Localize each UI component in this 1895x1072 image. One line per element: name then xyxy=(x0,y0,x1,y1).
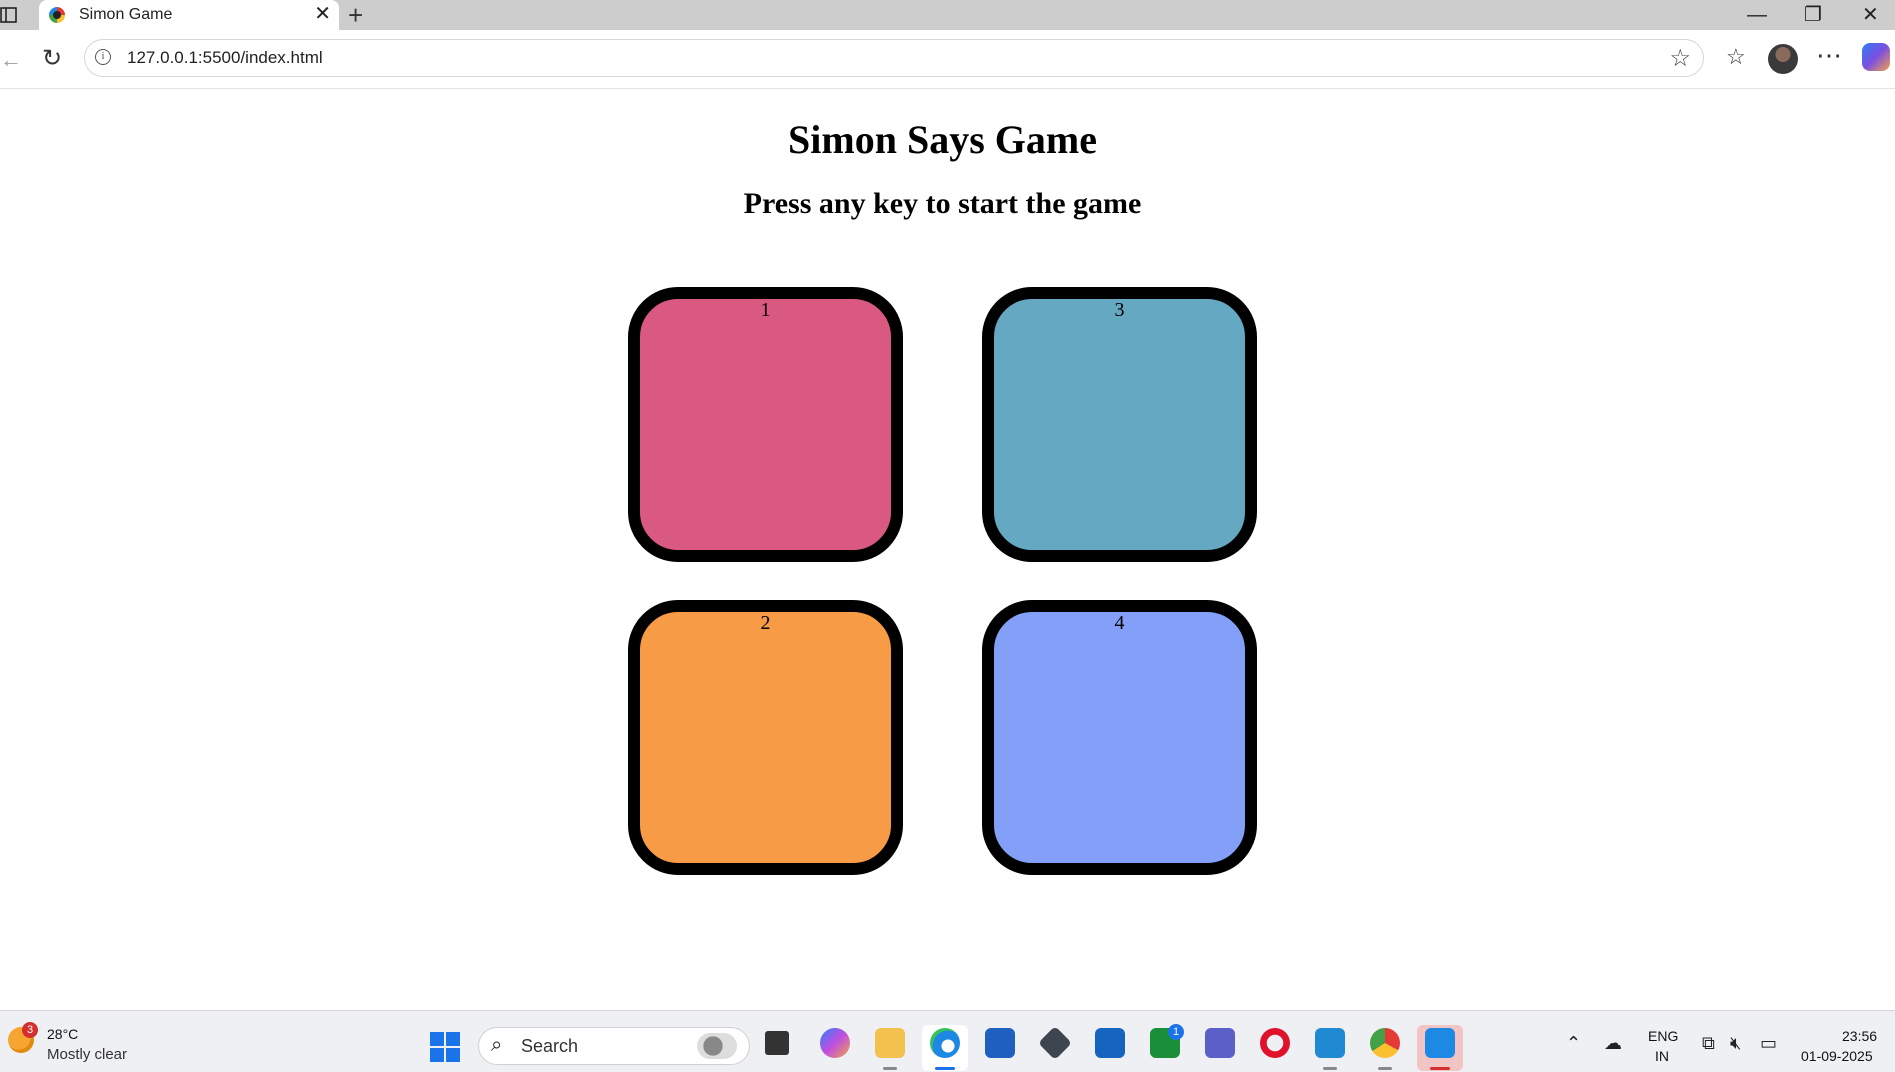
restore-button[interactable]: ❐ xyxy=(1804,4,1822,26)
site-info-icon[interactable]: i xyxy=(95,49,111,65)
new-tab-button[interactable]: + xyxy=(348,1,363,29)
address-input[interactable]: 127.0.0.1:5500/index.html xyxy=(127,48,323,68)
network-icon[interactable]: ⧉ xyxy=(1702,1033,1715,1054)
running-indicator xyxy=(883,1067,897,1070)
game-button-2[interactable]: 2 xyxy=(628,600,903,875)
clock-date[interactable]: 01-09-2025 xyxy=(1801,1048,1873,1064)
opera-icon[interactable] xyxy=(1260,1028,1290,1058)
search-label: Search xyxy=(521,1036,579,1056)
tab-title: Simon Game xyxy=(79,6,173,23)
game-button-label: 2 xyxy=(760,612,771,634)
reload-icon[interactable]: ↻ xyxy=(42,44,62,73)
show-hidden-icons-icon[interactable]: ⌃ xyxy=(1566,1033,1581,1054)
copilot-icon[interactable] xyxy=(1862,43,1890,71)
battery-icon[interactable]: ▭ xyxy=(1760,1033,1777,1054)
visual-studio-icon[interactable] xyxy=(1095,1028,1125,1058)
browser-toolbar: ← ↻ i 127.0.0.1:5500/index.html ☆ ☆ ⋯ xyxy=(0,30,1895,89)
running-indicator xyxy=(1323,1067,1337,1070)
tab-simon-game[interactable]: Simon Game ✕ xyxy=(39,0,339,30)
sidebar-toggle-icon[interactable] xyxy=(0,6,18,24)
page-content: Simon Says Game Press any key to start t… xyxy=(0,89,1895,1010)
address-bar[interactable]: i 127.0.0.1:5500/index.html ☆ xyxy=(84,39,1704,77)
game-button-label: 1 xyxy=(760,299,771,321)
game-button-3[interactable]: 3 xyxy=(982,287,1257,562)
running-indicator xyxy=(1378,1067,1392,1070)
back-arrow-icon[interactable]: ← xyxy=(0,47,22,73)
close-window-button[interactable]: ✕ xyxy=(1862,4,1879,26)
active-indicator xyxy=(1430,1067,1450,1070)
clock-time[interactable]: 23:56 xyxy=(1842,1028,1877,1044)
edge-browser-icon[interactable] xyxy=(930,1028,960,1058)
copilot-app-icon[interactable] xyxy=(820,1028,850,1058)
weather-description[interactable]: Mostly clear xyxy=(47,1046,127,1063)
volume-muted-icon[interactable]: 🔇︎ xyxy=(1730,1033,1741,1054)
more-options-icon[interactable]: ⋯ xyxy=(1816,40,1842,71)
game-button-4[interactable]: 4 xyxy=(982,600,1257,875)
favorites-icon[interactable]: ☆ xyxy=(1726,44,1746,70)
xbox-notification-badge: 1 xyxy=(1168,1024,1184,1040)
file-explorer-icon[interactable] xyxy=(875,1028,905,1058)
profile-avatar[interactable] xyxy=(1768,44,1798,74)
language-top[interactable]: ENG xyxy=(1648,1028,1678,1044)
search-highlight-icon xyxy=(697,1033,737,1059)
tab-close-icon[interactable]: ✕ xyxy=(314,3,331,25)
game-button-label: 3 xyxy=(1114,299,1125,321)
favorite-star-icon[interactable]: ☆ xyxy=(1669,44,1691,73)
page-title: Simon Says Game xyxy=(788,117,1097,162)
search-icon: ⌕ xyxy=(491,1034,503,1056)
onedrive-icon[interactable]: ☁ xyxy=(1604,1033,1622,1054)
game-button-label: 4 xyxy=(1114,612,1125,634)
minimize-button[interactable]: — xyxy=(1747,4,1767,26)
game-button-1[interactable]: 1 xyxy=(628,287,903,562)
chrome-icon[interactable] xyxy=(1370,1028,1400,1058)
vscode-icon[interactable] xyxy=(1315,1028,1345,1058)
teams-icon[interactable] xyxy=(1205,1028,1235,1058)
taskbar-search[interactable]: ⌕ Search xyxy=(478,1027,750,1065)
weather-temperature[interactable]: 28°C xyxy=(47,1026,78,1042)
browser-tab-bar: Simon Game ✕ + — ❐ ✕ xyxy=(0,0,1895,30)
unity-hub-icon[interactable] xyxy=(1038,1026,1072,1060)
language-bottom[interactable]: IN xyxy=(1655,1048,1669,1064)
game-status-text: Press any key to start the game xyxy=(743,187,1142,220)
task-view-icon[interactable] xyxy=(765,1031,789,1055)
start-menu-icon[interactable] xyxy=(430,1032,460,1062)
microsoft-store-icon[interactable] xyxy=(985,1028,1015,1058)
active-indicator xyxy=(935,1067,955,1070)
windows-taskbar: 3 28°C Mostly clear ⌕ Search 1 ⌃ ☁ ENG I… xyxy=(0,1010,1895,1072)
paint-icon[interactable] xyxy=(1425,1028,1455,1058)
tab-favicon-icon xyxy=(49,7,65,23)
weather-badge: 3 xyxy=(22,1022,38,1038)
